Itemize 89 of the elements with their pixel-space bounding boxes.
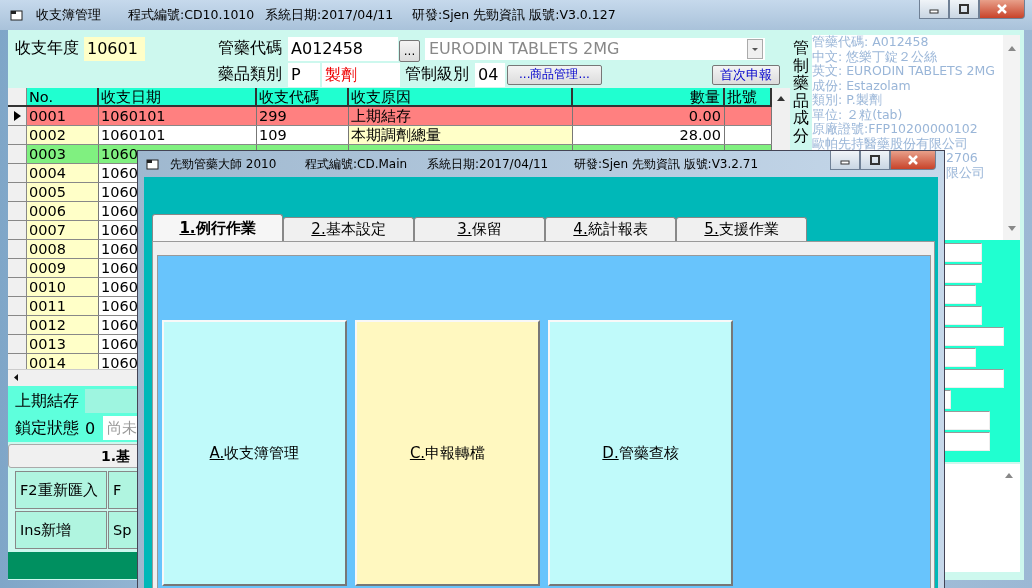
ingredient-line: 歐帕先持醫藥股份有限公司 — [812, 136, 969, 151]
tab[interactable]: 4.統計報表 — [545, 217, 676, 241]
ingredient-line: 原廠證號:FFP10200000102 — [812, 122, 979, 137]
column-header[interactable]: 收支原因 — [349, 88, 573, 105]
program-id: 程式編號:CD.Main — [305, 155, 409, 173]
table-cell: 0.00 — [573, 107, 725, 125]
ingredient-line: 成份: Estazolam — [812, 78, 912, 93]
system-date: 系統日期:2017/04/11 — [427, 155, 550, 173]
table-cell: 0004 — [27, 164, 99, 182]
lock-status-label: 鎖定狀態 — [15, 417, 80, 439]
code-label: 管藥代碼 — [218, 38, 283, 59]
table-cell: 28.00 — [573, 126, 725, 144]
ingredient-line: 中文: 悠樂丁錠２公絲 — [812, 49, 939, 64]
module-button[interactable]: D.管藥查核 — [548, 320, 733, 586]
drug-name-dropdown[interactable]: EURODIN TABLETS 2MG — [425, 37, 765, 60]
category-name: 製劑 — [322, 62, 400, 87]
table-cell: 0011 — [27, 297, 99, 315]
table-cell: 0005 — [27, 183, 99, 201]
tab[interactable]: 1.例行作業 — [152, 214, 283, 241]
category-field[interactable]: P — [288, 62, 320, 87]
tab[interactable]: 2.基本設定 — [283, 217, 414, 241]
table-cell: 299 — [257, 107, 349, 125]
product-management-button[interactable]: ...商品管理... — [507, 64, 602, 85]
table-cell: 0009 — [27, 259, 99, 277]
maximize-icon — [958, 4, 970, 14]
window-icon — [10, 9, 24, 21]
table-cell: 1060101 — [99, 126, 257, 144]
tab[interactable]: 3.保留 — [414, 217, 545, 241]
version-info: 研發:Sjen 先勁資訊 版號:V3.0.127 — [412, 6, 616, 24]
table-cell: 0013 — [27, 335, 99, 353]
column-header[interactable]: 批號 — [725, 88, 772, 105]
close-button[interactable] — [890, 151, 936, 170]
version-info: 研發:Sjen 先勁資訊 版號:V3.2.71 — [574, 155, 759, 173]
table-cell: 0007 — [27, 221, 99, 239]
table-cell: 0012 — [27, 316, 99, 334]
first-declaration-button[interactable]: 首次申報 — [712, 64, 780, 85]
module-button[interactable]: C.申報轉檔 — [355, 320, 540, 586]
close-button[interactable] — [979, 0, 1025, 19]
close-icon — [906, 154, 920, 166]
maximize-icon — [869, 155, 881, 165]
maximize-button[interactable] — [860, 151, 890, 170]
function-button[interactable]: Ins新增 — [15, 511, 107, 549]
table-cell: 上期結存 — [349, 107, 573, 125]
table-cell: 109 — [257, 126, 349, 144]
column-header[interactable]: 收支代碼 — [257, 88, 349, 105]
lock-value: 0 — [85, 418, 97, 438]
year-label: 收支年度 — [15, 38, 80, 59]
window-title: 收支簿管理 — [36, 6, 102, 24]
corner-cell — [8, 88, 27, 105]
grade-field[interactable]: 04 — [475, 62, 505, 87]
table-cell: 0006 — [27, 202, 99, 220]
table-cell — [725, 107, 772, 125]
column-header[interactable]: 收支日期 — [99, 88, 257, 105]
ingredients-heading: 管制藥品成分 — [793, 39, 809, 145]
table-cell: 0008 — [27, 240, 99, 258]
carry-over-label: 上期結存 — [15, 390, 80, 412]
category-label: 藥品類別 — [218, 64, 283, 85]
grade-label: 管制級別 — [405, 64, 470, 85]
minimize-button[interactable] — [919, 0, 949, 19]
table-cell: 1060101 — [99, 107, 257, 125]
ingredient-line: 單位: ２粒(tab) — [812, 107, 904, 122]
row-header[interactable] — [8, 107, 27, 125]
close-icon — [995, 3, 1009, 15]
scroll-up-icon[interactable] — [776, 95, 786, 101]
ingredient-line: 2706 — [946, 151, 979, 166]
table-cell: 0001 — [27, 107, 99, 125]
ingredient-line: 限公司 — [946, 165, 986, 180]
program-id: 程式編號:CD10.1010 — [128, 6, 256, 24]
table-cell: 0003 — [27, 145, 99, 163]
scroll-down-icon[interactable] — [1006, 226, 1017, 232]
minimize-button[interactable] — [830, 151, 860, 170]
column-header[interactable]: No. — [27, 88, 99, 105]
ingredient-line: 英文: EURODIN TABLETS 2MG — [812, 64, 996, 79]
browse-button[interactable]: ... — [399, 39, 420, 62]
maximize-button[interactable] — [949, 0, 979, 19]
table-cell: 0014 — [27, 354, 99, 369]
ingredient-line: 管藥代碼: A012458 — [812, 35, 930, 50]
table-cell: 本期調劑總量 — [349, 126, 573, 144]
code-field[interactable]: A012458 — [288, 36, 398, 61]
table-cell: 0002 — [27, 126, 99, 144]
year-field[interactable]: 10601 — [84, 36, 145, 61]
window-icon — [146, 158, 160, 170]
system-date: 系統日期:2017/04/11 — [265, 6, 395, 24]
table-cell: 0010 — [27, 278, 99, 296]
module-button[interactable]: A.收支簿管理 — [162, 320, 347, 586]
tab[interactable]: 5.支援作業 — [676, 217, 807, 241]
function-button[interactable]: F2重新匯入 — [15, 471, 107, 509]
ingredient-line: 類別: P.製劑 — [812, 93, 883, 108]
row-pointer-icon — [13, 111, 21, 121]
